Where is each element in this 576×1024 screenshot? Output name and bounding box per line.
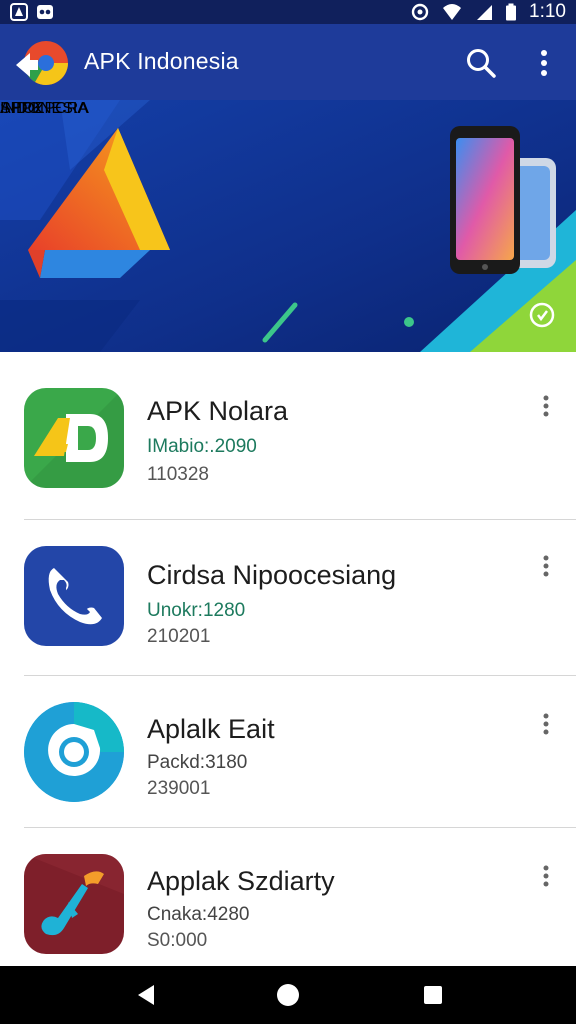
- music-note-icon: [24, 854, 124, 954]
- search-icon[interactable]: [464, 46, 498, 80]
- banner-artwork: [0, 100, 576, 352]
- item-more-icon[interactable]: [536, 394, 556, 418]
- app-meta-secondary: 210201: [147, 626, 211, 647]
- banner-caption: SHOZPCRA: [0, 100, 89, 117]
- status-time: 1:10: [529, 1, 566, 22]
- app-title: APK Indonesia: [84, 48, 239, 74]
- ad-logo-icon: [24, 388, 124, 488]
- app-meta: Cnaka:4280: [147, 904, 250, 925]
- item-more-icon[interactable]: [536, 554, 556, 578]
- signal-icon: [477, 5, 493, 20]
- list-item[interactable]: Applak Szdiarty Cnaka:4280 S0:000: [0, 828, 576, 966]
- list-item[interactable]: Aplalk Eait Packd:3180 239001: [0, 676, 576, 828]
- battery-icon: [506, 3, 517, 21]
- app-meta: IMabio:.2090: [147, 436, 257, 457]
- app-name: Cirdsa Nipoocesiang: [147, 560, 397, 590]
- back-icon[interactable]: [134, 982, 160, 1008]
- app-name: APK Nolara: [147, 396, 289, 426]
- list-item[interactable]: APK Nolara IMabio:.2090 110328: [0, 352, 576, 508]
- promo-banner[interactable]: [0, 100, 576, 352]
- app-notification-icon: [10, 3, 28, 21]
- home-icon[interactable]: [275, 982, 301, 1008]
- app-bar: APK Indonesia: [0, 24, 576, 100]
- app-name: Applak Szdiarty: [147, 866, 335, 896]
- sync-icon: [411, 3, 429, 21]
- app-logo-icon[interactable]: [14, 37, 72, 89]
- phone-icon: [24, 546, 124, 646]
- app-name: Aplalk Eait: [147, 714, 275, 744]
- recents-icon[interactable]: [420, 982, 446, 1008]
- app-meta-secondary: 110328: [147, 464, 209, 485]
- system-nav-bar: [0, 966, 576, 1024]
- app-meta-secondary: S0:000: [147, 930, 208, 951]
- item-more-icon[interactable]: [536, 864, 556, 888]
- app-meta: Packd:3180: [147, 752, 248, 773]
- item-more-icon[interactable]: [536, 712, 556, 736]
- wifi-icon: [443, 4, 462, 20]
- voicemail-icon: [37, 5, 53, 19]
- status-bar: 1:10: [0, 0, 576, 24]
- more-vert-icon[interactable]: [532, 46, 556, 80]
- app-meta-secondary: 239001: [147, 778, 211, 799]
- app-meta: Unokr:1280: [147, 600, 246, 621]
- list-item[interactable]: Cirdsa Nipoocesiang Unokr:1280 210201: [0, 520, 576, 676]
- camera-lens-icon: [24, 702, 124, 802]
